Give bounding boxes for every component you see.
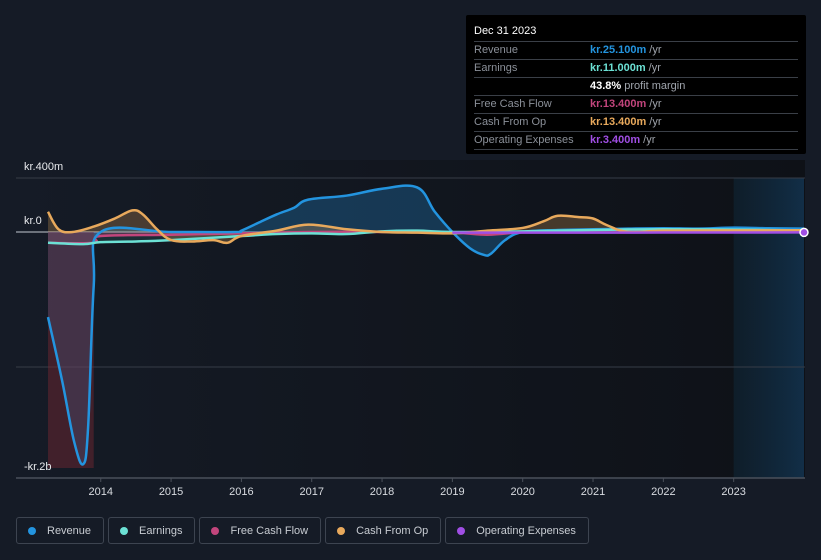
legend-dot-icon (120, 526, 129, 535)
x-axis: 2014 2015 2016 2017 2018 2019 2020 2021 2022 2023 (16, 477, 805, 498)
y-tick-label: kr.0 (24, 215, 42, 227)
legend-item-free-cash-flow[interactable]: Free Cash Flow (199, 517, 322, 544)
y-tick-label: kr.400m (24, 161, 63, 173)
tooltip-unit: profit margin (624, 80, 686, 92)
tooltip-label: Free Cash Flow (474, 98, 552, 110)
legend-item-earnings[interactable]: Earnings (108, 517, 196, 544)
x-tick-label: 2019 (440, 486, 464, 498)
tooltip-value: kr.13.400m (590, 116, 647, 128)
legend-item-operating-expenses[interactable]: Operating Expenses (445, 517, 589, 544)
x-tick-label: 2023 (721, 486, 745, 498)
tooltip-date: Dec 31 2023 (474, 23, 798, 42)
tooltip: Dec 31 2023 Revenue kr.25.100m/yr Earnings… (466, 15, 806, 154)
legend-dot-icon (337, 526, 346, 535)
tooltip-label (474, 78, 590, 95)
x-tick-label: 2018 (370, 486, 394, 498)
legend-dot-icon (28, 526, 36, 535)
tooltip-unit: /yr (649, 44, 662, 56)
tooltip-value: 43.8% (590, 80, 622, 92)
legend: Revenue Earnings Free Cash Flow Cash From O… (16, 517, 589, 544)
tooltip-unit: /yr (649, 116, 662, 128)
tooltip-unit: /yr (648, 62, 661, 74)
legend-label: Free Cash Flow (230, 524, 309, 537)
tooltip-value: kr.3.400m (590, 134, 641, 146)
x-tick-label: 2014 (89, 486, 113, 498)
tooltip-row: 43.8% profit margin (474, 78, 798, 96)
tooltip-label: Revenue (474, 44, 519, 56)
legend-dot-icon (211, 526, 220, 535)
legend-dot-icon (457, 526, 466, 535)
highlight-marker[interactable] (799, 227, 809, 238)
legend-label: Operating Expenses (476, 524, 576, 537)
x-tick-label: 2020 (510, 486, 534, 498)
tooltip-row: Free Cash Flow kr.13.400m/yr (474, 96, 798, 114)
tooltip-row: Cash From Op kr.13.400m/yr (474, 114, 798, 132)
forecast-region (733, 178, 804, 478)
tooltip-value: kr.13.400m (590, 98, 647, 110)
tooltip-label: Operating Expenses (474, 134, 574, 146)
tooltip-label: Cash From Op (474, 116, 547, 128)
tooltip-unit: /yr (649, 98, 662, 110)
tooltip-value: kr.11.000m (590, 62, 646, 74)
x-tick-label: 2022 (651, 486, 675, 498)
x-tick-label: 2021 (581, 486, 605, 498)
tooltip-row: Earnings kr.11.000m/yr (474, 60, 798, 78)
x-tick-label: 2016 (229, 486, 253, 498)
legend-label: Revenue (47, 524, 92, 537)
tooltip-row: Revenue kr.25.100m/yr (474, 42, 798, 60)
tooltip-label: Earnings (474, 62, 518, 74)
legend-item-revenue[interactable]: Revenue (16, 517, 105, 544)
tooltip-unit: /yr (643, 134, 656, 146)
legend-item-cash-from-op[interactable]: Cash From Op (325, 517, 442, 544)
x-tick-label: 2017 (299, 486, 323, 498)
tooltip-row: Operating Expenses kr.3.400m/yr (474, 132, 798, 150)
tooltip-value: kr.25.100m (590, 44, 647, 56)
x-tick-label: 2015 (159, 486, 183, 498)
legend-label: Cash From Op (356, 524, 429, 537)
legend-label: Earnings (139, 524, 183, 537)
y-tick-label: -kr.2b (24, 461, 52, 473)
